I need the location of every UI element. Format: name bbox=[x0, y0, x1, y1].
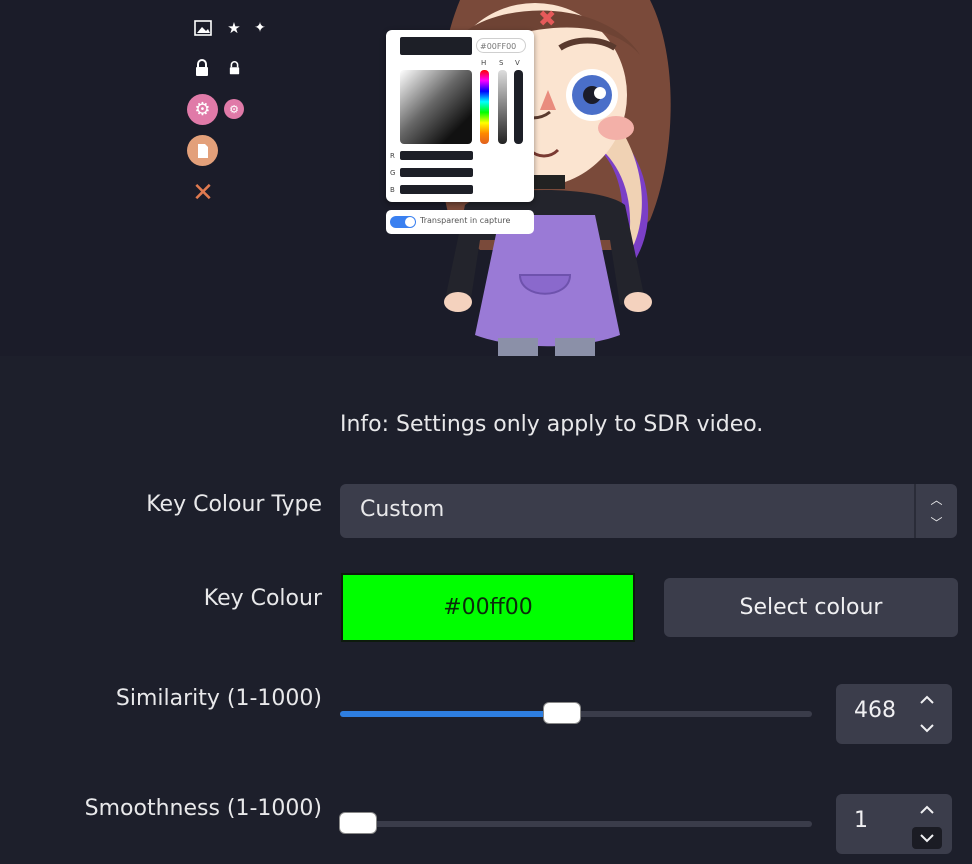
saturation-bar[interactable] bbox=[498, 70, 507, 144]
hue-bar[interactable] bbox=[480, 70, 489, 144]
saturation-label: S bbox=[499, 59, 504, 67]
star-icon[interactable]: ★ bbox=[224, 18, 244, 38]
key-colour-type-value: Custom bbox=[360, 497, 445, 522]
similarity-slider-thumb[interactable] bbox=[544, 703, 581, 723]
key-colour-value: #00ff00 bbox=[443, 595, 533, 620]
key-colour-type-select[interactable]: Custom ︿ ﹀ bbox=[340, 484, 957, 538]
key-colour-label: Key Colour bbox=[203, 586, 322, 611]
saturation-value-area[interactable] bbox=[400, 70, 472, 144]
smoothness-value: 1 bbox=[854, 808, 868, 833]
close-icon[interactable]: ✕ bbox=[190, 178, 216, 208]
gear-small-icon[interactable]: ⚙ bbox=[224, 99, 244, 119]
smoothness-label: Smoothness (1-1000) bbox=[84, 796, 322, 821]
smoothness-slider-thumb[interactable] bbox=[340, 813, 377, 833]
blue-label: B bbox=[390, 186, 395, 194]
toggle-knob bbox=[405, 217, 415, 227]
current-color-swatch bbox=[400, 37, 472, 55]
svg-text:✖: ✖ bbox=[538, 7, 556, 32]
similarity-decrement-icon[interactable] bbox=[912, 717, 942, 739]
preview-area: ★ ✦ ⚙ ⚙ ✕ ✖ #00FF00 H S V R G B Transpar… bbox=[0, 0, 972, 356]
hex-input[interactable]: #00FF00 bbox=[476, 38, 526, 53]
green-slider[interactable] bbox=[400, 168, 473, 177]
similarity-value: 468 bbox=[854, 698, 896, 723]
chevron-down-icon: ﹀ bbox=[930, 516, 943, 530]
smoothness-spinbox[interactable]: 1 bbox=[836, 794, 952, 854]
info-text: Info: Settings only apply to SDR video. bbox=[340, 412, 764, 437]
green-label: G bbox=[390, 169, 396, 177]
chevron-up-icon: ︿ bbox=[930, 493, 943, 507]
transparency-toggle-card: Transparent in capture bbox=[386, 210, 534, 234]
smoothness-increment-icon[interactable] bbox=[912, 799, 942, 821]
select-colour-label: Select colour bbox=[739, 595, 883, 620]
key-colour-swatch[interactable]: #00ff00 bbox=[341, 573, 635, 642]
value-bar[interactable] bbox=[514, 70, 523, 144]
blue-slider[interactable] bbox=[400, 185, 473, 194]
select-arrows: ︿ ﹀ bbox=[914, 484, 957, 538]
image-icon[interactable] bbox=[192, 18, 214, 38]
similarity-label: Similarity (1-1000) bbox=[115, 686, 322, 711]
similarity-slider-fill bbox=[340, 711, 563, 717]
similarity-slider[interactable] bbox=[340, 703, 812, 723]
similarity-spinbox[interactable]: 468 bbox=[836, 684, 952, 744]
gear-icon[interactable]: ⚙ bbox=[187, 94, 218, 125]
color-picker-popup: #00FF00 H S V R G B bbox=[386, 30, 534, 202]
red-label: R bbox=[390, 152, 395, 160]
sparkle-icon[interactable]: ✦ bbox=[250, 18, 270, 38]
similarity-increment-icon[interactable] bbox=[912, 689, 942, 711]
lock-small-icon[interactable] bbox=[226, 60, 242, 76]
red-slider[interactable] bbox=[400, 151, 473, 160]
hue-label: H bbox=[481, 59, 487, 67]
file-icon[interactable] bbox=[187, 135, 218, 166]
transparent-toggle[interactable] bbox=[390, 216, 416, 228]
transparent-label: Transparent in capture bbox=[420, 216, 511, 225]
key-colour-type-label: Key Colour Type bbox=[146, 492, 322, 517]
smoothness-slider[interactable] bbox=[340, 813, 812, 833]
lock-icon[interactable] bbox=[192, 58, 212, 78]
value-label: V bbox=[515, 59, 520, 67]
smoothness-decrement-icon[interactable] bbox=[912, 827, 942, 849]
select-colour-button[interactable]: Select colour bbox=[664, 578, 958, 637]
